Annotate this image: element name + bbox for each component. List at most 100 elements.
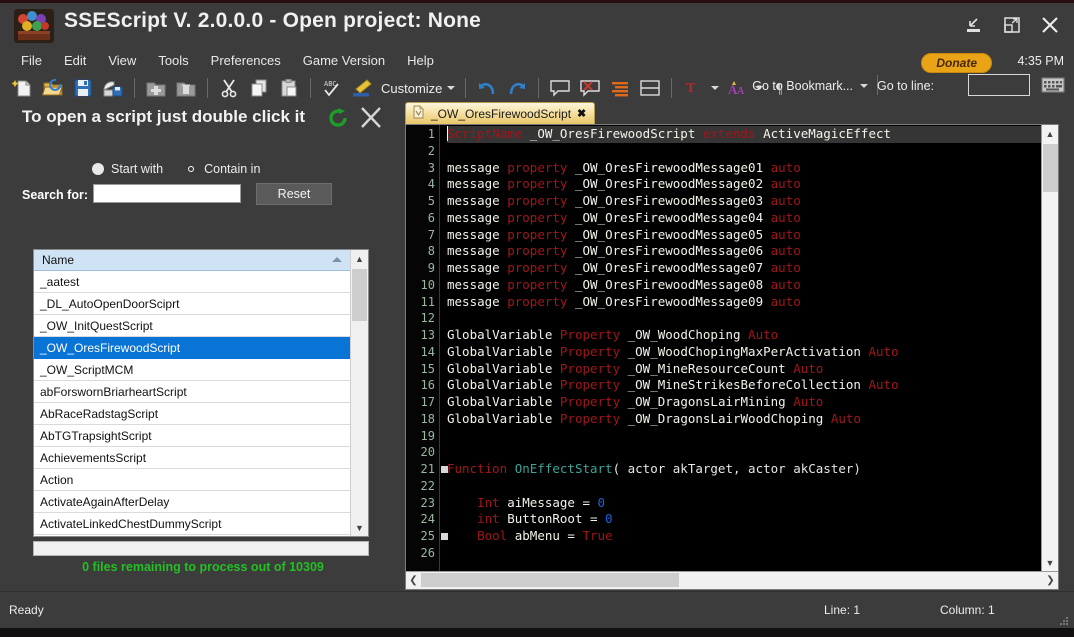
- go-to-bookmark-dropdown[interactable]: Go to Bookmark...: [752, 79, 868, 93]
- code-line[interactable]: GlobalVariable Property _OW_DragonsLairW…: [447, 411, 1058, 428]
- menu-file[interactable]: File: [10, 49, 53, 72]
- menu-help[interactable]: Help: [396, 49, 445, 72]
- list-column-header-name[interactable]: Name: [34, 250, 350, 271]
- undo-icon[interactable]: [473, 75, 501, 101]
- copy-icon[interactable]: [245, 75, 273, 101]
- text-color-icon[interactable]: T: [679, 75, 707, 101]
- code-line[interactable]: GlobalVariable Property _OW_MineResource…: [447, 361, 1058, 378]
- list-item[interactable]: abForswornBriarheartScript: [34, 381, 350, 403]
- code-line[interactable]: message property _OW_OresFirewoodMessage…: [447, 193, 1058, 210]
- minimize-icon[interactable]: [960, 11, 988, 39]
- scroll-right-icon[interactable]: ❯: [1043, 572, 1058, 589]
- list-item[interactable]: ActivateLinkedChestDummyScript: [34, 513, 350, 535]
- delete-comment-icon[interactable]: [576, 75, 604, 101]
- scroll-down-icon[interactable]: ▼: [351, 519, 368, 536]
- list-item[interactable]: Action: [34, 469, 350, 491]
- code-line[interactable]: Bool abMenu = True: [447, 528, 1058, 545]
- scrollbar-track[interactable]: [1042, 142, 1059, 554]
- editor-vertical-scrollbar[interactable]: ▲ ▼: [1041, 125, 1058, 571]
- editor-tab[interactable]: _OW_OresFirewoodScript ✖: [405, 102, 596, 124]
- close-icon[interactable]: [1036, 11, 1064, 39]
- code-line[interactable]: message property _OW_OresFirewoodMessage…: [447, 210, 1058, 227]
- code-line[interactable]: message property _OW_OresFirewoodMessage…: [447, 260, 1058, 277]
- resize-grip-icon[interactable]: [1059, 613, 1069, 625]
- list-item-selected[interactable]: _OW_OresFirewoodScript: [34, 337, 350, 359]
- menu-game-version[interactable]: Game Version: [292, 49, 396, 72]
- restore-icon[interactable]: [998, 11, 1026, 39]
- list-item[interactable]: _OW_InitQuestScript: [34, 315, 350, 337]
- code-line[interactable]: message property _OW_OresFirewoodMessage…: [447, 243, 1058, 260]
- new-file-icon[interactable]: [9, 75, 37, 101]
- code-line[interactable]: int ButtonRoot = 0: [447, 511, 1058, 528]
- cut-icon[interactable]: [215, 75, 243, 101]
- list-item[interactable]: AchievementsScript: [34, 447, 350, 469]
- scroll-left-icon[interactable]: ❮: [406, 572, 421, 589]
- list-item[interactable]: AbTGTrapsightScript: [34, 425, 350, 447]
- code-line[interactable]: Function OnEffectStart( actor akTarget, …: [447, 461, 1058, 478]
- editor-horizontal-scrollbar[interactable]: ❮ ❯: [406, 571, 1058, 589]
- paste-icon[interactable]: [275, 75, 303, 101]
- keyboard-icon[interactable]: [1040, 75, 1066, 95]
- spellcheck-icon[interactable]: ABC: [318, 75, 346, 101]
- delete-folder-icon[interactable]: [142, 75, 170, 101]
- code-line[interactable]: [447, 428, 1058, 445]
- radio-contain-in[interactable]: Contain in: [185, 162, 260, 176]
- code-line[interactable]: message property _OW_OresFirewoodMessage…: [447, 227, 1058, 244]
- code-line[interactable]: [447, 545, 1058, 562]
- refresh-icon[interactable]: [326, 106, 350, 130]
- code-line[interactable]: message property _OW_OresFirewoodMessage…: [447, 160, 1058, 177]
- list-vertical-scrollbar[interactable]: ▲ ▼: [350, 250, 368, 536]
- remove-folder-icon[interactable]: [172, 75, 200, 101]
- menu-preferences[interactable]: Preferences: [200, 49, 292, 72]
- code-line[interactable]: message property _OW_OresFirewoodMessage…: [447, 176, 1058, 193]
- code-line[interactable]: GlobalVariable Property _OW_WoodChopingM…: [447, 344, 1058, 361]
- indent-lines-icon[interactable]: [606, 75, 634, 101]
- comment-icon[interactable]: [546, 75, 574, 101]
- scroll-up-icon[interactable]: ▲: [351, 250, 368, 267]
- scrollbar-thumb[interactable]: [352, 269, 367, 321]
- open-folder-icon[interactable]: [39, 75, 67, 101]
- customize-button[interactable]: Customize: [377, 79, 459, 98]
- code-line[interactable]: GlobalVariable Property _OW_DragonsLairM…: [447, 394, 1058, 411]
- code-text-area[interactable]: ScriptName _OW_OresFirewoodScript extend…: [440, 125, 1058, 571]
- list-item[interactable]: AbRaceRadstagScript: [34, 403, 350, 425]
- code-line[interactable]: GlobalVariable Property _OW_MineStrikesB…: [447, 377, 1058, 394]
- menu-tools[interactable]: Tools: [147, 49, 199, 72]
- code-line[interactable]: ScriptName _OW_OresFirewoodScript extend…: [447, 126, 1058, 143]
- donate-button[interactable]: Donate: [921, 53, 992, 73]
- font-size-icon[interactable]: A A: [723, 75, 751, 101]
- scrollbar-thumb[interactable]: [421, 573, 679, 587]
- list-horizontal-scrollbar[interactable]: [33, 541, 369, 556]
- search-input[interactable]: [93, 184, 241, 203]
- text-color-dropdown[interactable]: [709, 75, 721, 101]
- list-item[interactable]: _aatest: [34, 271, 350, 293]
- scrollbar-thumb[interactable]: [1042, 144, 1058, 192]
- close-hint-icon[interactable]: [358, 103, 384, 131]
- scroll-up-icon[interactable]: ▲: [1042, 125, 1059, 142]
- save-as-icon[interactable]: [99, 75, 127, 101]
- code-line[interactable]: GlobalVariable Property _OW_WoodChoping …: [447, 327, 1058, 344]
- go-to-line-input[interactable]: [968, 74, 1030, 96]
- code-line[interactable]: Int aiMessage = 0: [447, 495, 1058, 512]
- format-brush-icon[interactable]: [348, 75, 376, 101]
- code-line[interactable]: message property _OW_OresFirewoodMessage…: [447, 294, 1058, 311]
- menu-edit[interactable]: Edit: [53, 49, 97, 72]
- save-icon[interactable]: [69, 75, 97, 101]
- list-item[interactable]: ActivateAgainAfterDelay: [34, 491, 350, 513]
- scroll-down-icon[interactable]: ▼: [1042, 554, 1059, 571]
- code-line[interactable]: [447, 478, 1058, 495]
- list-item[interactable]: _DL_AutoOpenDoorSciprt: [34, 293, 350, 315]
- split-view-icon[interactable]: [636, 75, 664, 101]
- reset-button[interactable]: Reset: [256, 183, 332, 205]
- menu-view[interactable]: View: [97, 49, 147, 72]
- list-item[interactable]: _OW_ScriptMCM: [34, 359, 350, 381]
- code-line[interactable]: [447, 310, 1058, 327]
- code-line[interactable]: [447, 143, 1058, 160]
- code-line[interactable]: message property _OW_OresFirewoodMessage…: [447, 277, 1058, 294]
- scrollbar-track[interactable]: [351, 267, 368, 519]
- radio-start-with[interactable]: Start with: [92, 162, 163, 176]
- scrollbar-track[interactable]: [421, 572, 1043, 589]
- code-line[interactable]: [447, 444, 1058, 461]
- redo-icon[interactable]: [503, 75, 531, 101]
- close-icon[interactable]: ✖: [577, 107, 586, 120]
